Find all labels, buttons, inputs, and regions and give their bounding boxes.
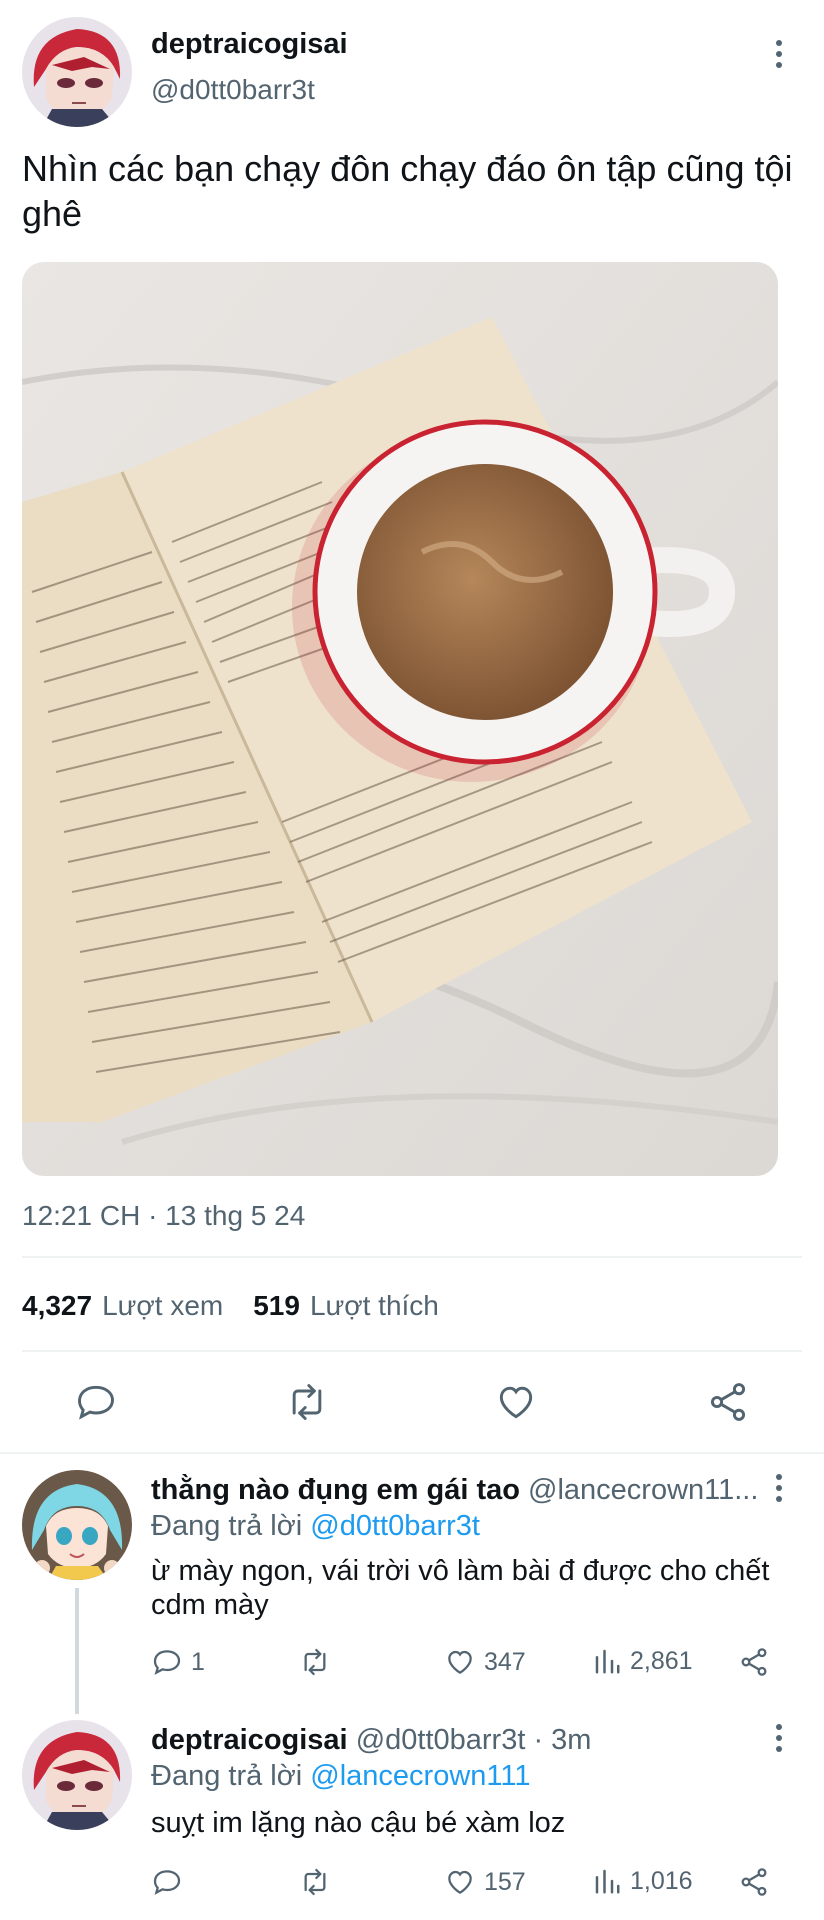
reply-text: suỵt im lặng nào cậu bé xàm loz: [151, 1807, 566, 1839]
retweet-icon: [298, 1646, 332, 1678]
reply-avatar[interactable]: [22, 1720, 132, 1830]
author-avatar[interactable]: [22, 17, 132, 127]
tweet-timestamp[interactable]: 12:21 CH · 13 thg 5 24: [22, 1200, 305, 1232]
views-count: 4,327: [22, 1290, 93, 1321]
replying-to: Đang trả lời @lancecrown111: [151, 1760, 530, 1793]
reply-action-views[interactable]: 2,861: [592, 1646, 693, 1676]
reply-header: thằng nào đụng em gái tao @lancecrown11.…: [151, 1474, 771, 1507]
replying-to-link[interactable]: @lancecrown111: [310, 1760, 530, 1792]
reply-text: ừ mày ngon, vái trời vô làm bài đ được c…: [151, 1555, 770, 1621]
author-display-name[interactable]: deptraicogisai: [151, 28, 348, 61]
divider: [0, 1452, 824, 1454]
more-options-icon[interactable]: [764, 1468, 794, 1508]
reply-avatar[interactable]: [22, 1470, 132, 1580]
reply-display-name[interactable]: deptraicogisai: [151, 1724, 348, 1756]
tweet-photo[interactable]: [22, 262, 778, 1176]
reply-handle[interactable]: @d0tt0barr3t · 3m: [356, 1724, 592, 1756]
thread-line: [75, 1588, 79, 1714]
share-icon[interactable]: [738, 1646, 770, 1678]
replying-to-link[interactable]: @d0tt0barr3t: [310, 1510, 480, 1542]
like-count: 157: [484, 1867, 526, 1896]
reply-action-retweet[interactable]: [298, 1646, 340, 1678]
share-icon[interactable]: [738, 1866, 770, 1898]
reply-action-reply[interactable]: [151, 1866, 191, 1898]
divider: [22, 1256, 802, 1258]
more-options-icon[interactable]: [764, 34, 794, 74]
share-icon[interactable]: [706, 1380, 750, 1424]
likes-count[interactable]: 519: [253, 1290, 300, 1322]
view-count: 1,016: [630, 1866, 693, 1895]
view-count: 2,861: [630, 1646, 693, 1675]
author-handle[interactable]: @d0tt0barr3t: [151, 74, 315, 106]
reply-action-like[interactable]: 157: [444, 1866, 526, 1898]
reply-handle[interactable]: @lancecrown11...: [528, 1474, 758, 1506]
replying-prefix: Đang trả lời: [151, 1510, 303, 1542]
views-icon: [592, 1646, 622, 1676]
reply-header: deptraicogisai @d0tt0barr3t · 3m: [151, 1724, 771, 1757]
reply-count: 1: [191, 1647, 205, 1676]
retweet-icon: [298, 1866, 332, 1898]
reply-icon[interactable]: [74, 1380, 118, 1424]
views-label: Lượt xem: [102, 1290, 224, 1321]
reply-display-name[interactable]: thằng nào đụng em gái tao: [151, 1474, 520, 1506]
tweet-text: Nhìn các bạn chạy đôn chạy đáo ôn tập cũ…: [22, 148, 793, 234]
reply-action-retweet[interactable]: [298, 1866, 340, 1898]
like-icon[interactable]: [494, 1380, 538, 1424]
reply-action-reply[interactable]: 1: [151, 1646, 205, 1678]
retweet-icon[interactable]: [284, 1380, 330, 1424]
divider: [22, 1350, 802, 1352]
tweet-stats: 4,327 Lượt xem 519 Lượt thích: [22, 1290, 439, 1322]
like-icon: [444, 1866, 476, 1898]
views-icon: [592, 1866, 622, 1896]
replying-prefix: Đang trả lời: [151, 1760, 303, 1792]
reply-icon: [151, 1866, 183, 1898]
replying-to: Đang trả lời @d0tt0barr3t: [151, 1510, 480, 1543]
like-count: 347: [484, 1647, 526, 1676]
reply-action-like[interactable]: 347: [444, 1646, 526, 1678]
reply-action-views[interactable]: 1,016: [592, 1866, 693, 1896]
reply-icon: [151, 1646, 183, 1678]
more-options-icon[interactable]: [764, 1718, 794, 1758]
likes-label[interactable]: Lượt thích: [310, 1290, 439, 1322]
like-icon: [444, 1646, 476, 1678]
